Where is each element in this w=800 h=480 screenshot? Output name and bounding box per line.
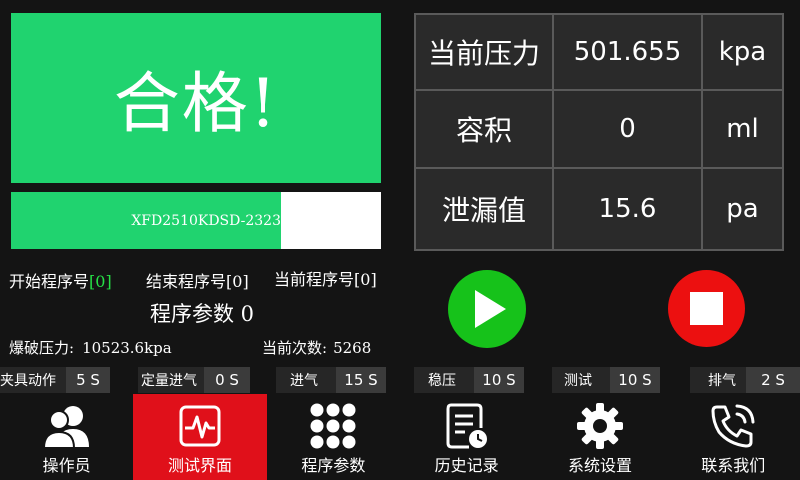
timer-test-label: 测试 xyxy=(552,367,610,393)
reading-value: 0 xyxy=(552,89,703,169)
burst-pressure: 爆破压力: 10523.6kpa xyxy=(9,337,172,358)
current-count-label: 当前次数: xyxy=(262,339,328,357)
reading-row-pressure: 当前压力 501.655 kpa xyxy=(414,13,784,91)
reading-unit: pa xyxy=(701,167,784,251)
current-program-number: 当前程序号[0] xyxy=(274,266,377,290)
start-program-label: 开始程序号 xyxy=(9,272,90,291)
end-program-number: 结束程序号[0] xyxy=(146,268,249,292)
heartbeat-monitor-icon xyxy=(178,402,222,450)
end-program-value: [0] xyxy=(226,272,249,291)
nav-item-contact-us[interactable]: 联系我们 xyxy=(667,394,800,480)
readings-table: 当前压力 501.655 kpa 容积 0 ml 泄漏值 15.6 pa xyxy=(414,13,784,251)
dots-grid-icon xyxy=(309,402,357,450)
stop-icon xyxy=(690,292,723,325)
play-icon xyxy=(475,290,506,328)
nav-label: 操作员 xyxy=(42,456,91,475)
barcode-text: XFD2510KDSD-2323 xyxy=(131,212,281,229)
timer-clamp-label: 夹具动作 xyxy=(0,367,66,393)
reading-unit: ml xyxy=(701,89,784,169)
timer-exhaust-value[interactable]: 2 S xyxy=(746,367,800,393)
nav-label: 历史记录 xyxy=(434,456,499,475)
current-program-label: 当前程序号 xyxy=(274,270,355,289)
nav-item-program-params[interactable]: 程序参数 xyxy=(267,394,400,480)
timer-test-value[interactable]: 10 S xyxy=(610,367,660,393)
start-program-number: 开始程序号[0] xyxy=(9,268,112,292)
nav-label: 程序参数 xyxy=(301,456,366,475)
nav-item-operator[interactable]: 操作员 xyxy=(0,394,133,480)
users-icon xyxy=(42,402,92,450)
reading-value: 15.6 xyxy=(552,167,703,251)
reading-label: 泄漏值 xyxy=(414,167,554,251)
history-document-icon xyxy=(445,402,489,450)
phone-icon xyxy=(709,402,757,450)
nav-label: 系统设置 xyxy=(567,456,632,475)
bottom-nav: 操作员 测试界面 程序参数 历史记录 系统设置 联系我们 xyxy=(0,394,800,480)
start-program-value: [0] xyxy=(89,272,112,291)
timer-quant-intake-value[interactable]: 0 S xyxy=(204,367,250,393)
timer-intake-value[interactable]: 15 S xyxy=(336,367,386,393)
reading-label: 当前压力 xyxy=(414,13,554,91)
timer-quant-intake-label: 定量进气 xyxy=(138,367,204,393)
end-program-label: 结束程序号 xyxy=(146,272,227,291)
program-params-title: 程序参数 0 xyxy=(150,302,255,326)
timer-stabilize-value[interactable]: 10 S xyxy=(474,367,524,393)
current-count-value: 5268 xyxy=(333,339,372,357)
barcode-progress-bar: XFD2510KDSD-2323 xyxy=(11,192,381,249)
pass-status-panel: 合格! xyxy=(11,13,381,183)
stop-button[interactable] xyxy=(668,270,745,347)
start-button[interactable] xyxy=(448,270,526,348)
pass-status-text: 合格! xyxy=(113,65,279,142)
nav-item-test-screen[interactable]: 测试界面 xyxy=(133,394,267,480)
timer-exhaust-label: 排气 xyxy=(690,367,746,393)
nav-label: 测试界面 xyxy=(167,456,232,475)
reading-row-volume: 容积 0 ml xyxy=(414,89,784,169)
nav-label: 联系我们 xyxy=(701,456,766,475)
reading-label: 容积 xyxy=(414,89,554,169)
nav-item-history[interactable]: 历史记录 xyxy=(400,394,533,480)
gear-icon xyxy=(576,402,624,450)
current-count: 当前次数: 5268 xyxy=(262,337,371,358)
reading-row-leak: 泄漏值 15.6 pa xyxy=(414,167,784,251)
timer-intake-label: 进气 xyxy=(276,367,336,393)
current-program-value: [0] xyxy=(354,270,377,289)
reading-unit: kpa xyxy=(701,13,784,91)
burst-pressure-value: 10523.6kpa xyxy=(82,339,172,357)
timer-stabilize-label: 稳压 xyxy=(414,367,474,393)
timer-clamp-value[interactable]: 5 S xyxy=(66,367,110,393)
nav-item-system-settings[interactable]: 系统设置 xyxy=(533,394,666,480)
burst-pressure-label: 爆破压力: xyxy=(9,339,75,357)
reading-value: 501.655 xyxy=(552,13,703,91)
